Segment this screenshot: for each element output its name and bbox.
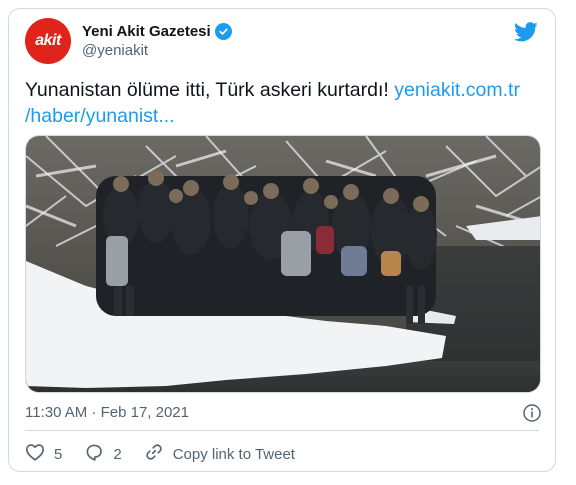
avatar[interactable]: akit [25,18,71,64]
like-count: 5 [54,445,63,463]
reply-count: 2 [113,445,122,463]
tweet-card[interactable]: akit Yeni Akit Gazetesi @yeniakit Yunani… [8,8,556,472]
reply-bubble-icon[interactable] [84,443,104,466]
info-icon[interactable] [522,403,542,428]
tweet-text: Yunanistan ölüme itti, Türk askeri kurta… [25,77,525,129]
link-icon[interactable] [144,442,164,466]
avatar-logo-text: akit [35,32,61,49]
reply-button[interactable]: 2 [84,443,122,466]
verified-badge-icon [214,23,232,40]
twitter-bird-icon[interactable] [514,22,538,47]
tweet-body: Yunanistan ölüme itti, Türk askeri kurta… [25,79,389,101]
like-button[interactable]: 5 [25,443,62,465]
display-name[interactable]: Yeni Akit Gazetesi [82,23,211,40]
copy-link-button[interactable]: Copy link to Tweet [144,442,295,466]
tweet-photo[interactable] [25,135,541,393]
heart-icon[interactable] [25,443,45,465]
copy-link-label[interactable]: Copy link to Tweet [173,446,295,463]
user-handle[interactable]: @yeniakit [82,42,148,59]
tweet-actions: 5 2 Copy link to Tweet [25,442,317,466]
divider [25,430,539,431]
display-name-row[interactable]: Yeni Akit Gazetesi [82,23,232,40]
tweet-link-line2[interactable]: /haber/yunanist... [25,105,175,127]
tweet-link-line1[interactable]: yeniakit.com.tr [394,79,520,101]
tweet-timestamp[interactable]: 11:30 AM · Feb 17, 2021 [25,404,189,421]
